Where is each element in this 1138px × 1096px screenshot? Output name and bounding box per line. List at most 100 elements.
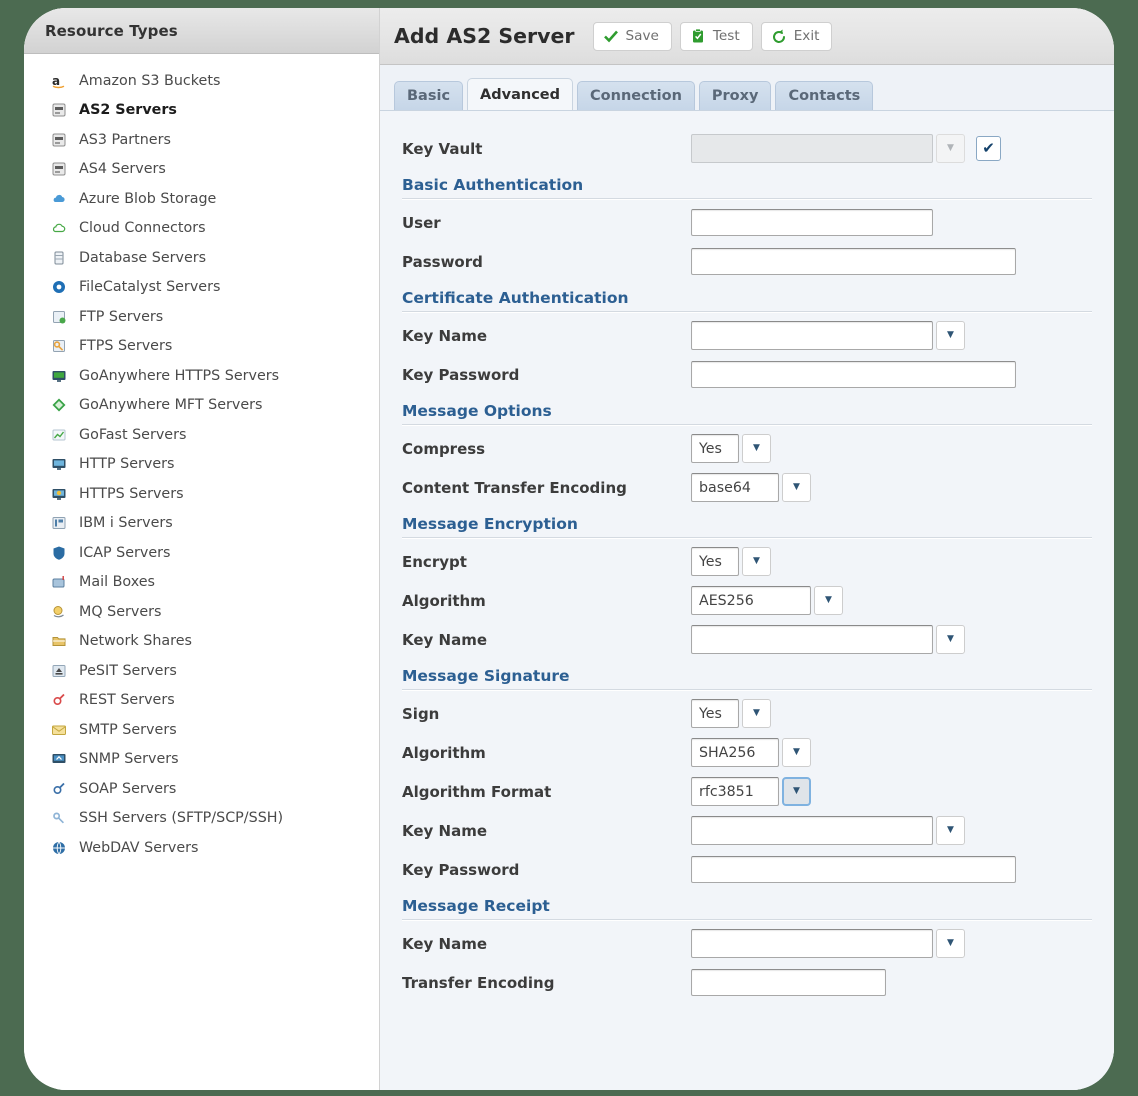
- sidebar-item-goanywhere-https-servers[interactable]: GoAnywhere HTTPS Servers: [24, 361, 379, 391]
- sign-value[interactable]: Yes: [691, 699, 739, 728]
- sidebar-item-label: ICAP Servers: [79, 545, 170, 561]
- chevron-down-icon[interactable]: ▼: [782, 473, 811, 502]
- chevron-down-icon[interactable]: ▼: [814, 586, 843, 615]
- compress-value[interactable]: Yes: [691, 434, 739, 463]
- as2-server-icon: [50, 101, 68, 119]
- tab-basic[interactable]: Basic: [394, 81, 463, 110]
- sidebar-item-label: Mail Boxes: [79, 574, 155, 590]
- sidebar-item-mail-boxes[interactable]: Mail Boxes: [24, 568, 379, 598]
- encrypt-combo[interactable]: Yes▼: [691, 547, 771, 576]
- ssh-key-icon: [50, 809, 68, 827]
- sidebar-item-ssh-servers-sftp-scp-ssh[interactable]: SSH Servers (SFTP/SCP/SSH): [24, 804, 379, 834]
- sidebar-item-ftps-servers[interactable]: FTPS Servers: [24, 332, 379, 362]
- sidebar-item-icap-servers[interactable]: ICAP Servers: [24, 538, 379, 568]
- chevron-down-icon[interactable]: ▼: [936, 816, 965, 845]
- content-transfer-encoding-combo[interactable]: base64▼: [691, 473, 811, 502]
- application-card: Resource Types aAmazon S3 BucketsAS2 Ser…: [24, 8, 1114, 1090]
- section-header: Basic Authentication: [402, 176, 1092, 199]
- sidebar-item-label: Network Shares: [79, 633, 192, 649]
- algorithm-value[interactable]: SHA256: [691, 738, 779, 767]
- sidebar-item-as3-partners[interactable]: AS3 Partners: [24, 125, 379, 155]
- compress-label: Compress: [402, 440, 691, 458]
- key-name-combo[interactable]: ▼: [691, 625, 965, 654]
- tab-advanced[interactable]: Advanced: [467, 78, 573, 110]
- rest-gear-icon: [50, 691, 68, 709]
- sidebar-item-as4-servers[interactable]: AS4 Servers: [24, 155, 379, 185]
- chevron-down-icon[interactable]: ▼: [742, 699, 771, 728]
- key-name-value[interactable]: [691, 929, 933, 958]
- sidebar-item-rest-servers[interactable]: REST Servers: [24, 686, 379, 716]
- chevron-down-icon[interactable]: ▼: [742, 434, 771, 463]
- tab-contacts[interactable]: Contacts: [775, 81, 873, 110]
- sidebar-item-cloud-connectors[interactable]: Cloud Connectors: [24, 214, 379, 244]
- sidebar-item-database-servers[interactable]: Database Servers: [24, 243, 379, 273]
- algorithm-combo[interactable]: AES256▼: [691, 586, 843, 615]
- sidebar-item-gofast-servers[interactable]: GoFast Servers: [24, 420, 379, 450]
- sidebar-item-filecatalyst-servers[interactable]: FileCatalyst Servers: [24, 273, 379, 303]
- sidebar-item-label: GoFast Servers: [79, 427, 186, 443]
- compress-combo[interactable]: Yes▼: [691, 434, 771, 463]
- section-title: Message Encryption: [402, 515, 1092, 537]
- sidebar-item-label: HTTPS Servers: [79, 486, 184, 502]
- sidebar-item-azure-blob-storage[interactable]: Azure Blob Storage: [24, 184, 379, 214]
- sidebar-header: Resource Types: [24, 8, 379, 54]
- chevron-down-icon[interactable]: ▼: [936, 134, 965, 163]
- key-name-combo[interactable]: ▼: [691, 321, 965, 350]
- key-password-input[interactable]: [691, 856, 1016, 883]
- key-password-label: Key Password: [402, 366, 691, 384]
- algorithm-format-value[interactable]: rfc3851: [691, 777, 779, 806]
- chevron-down-icon[interactable]: ▼: [782, 777, 811, 806]
- sign-combo[interactable]: Yes▼: [691, 699, 771, 728]
- exit-button[interactable]: Exit: [761, 22, 833, 51]
- save-button[interactable]: Save: [593, 22, 672, 51]
- sidebar-item-pesit-servers[interactable]: PeSIT Servers: [24, 656, 379, 686]
- sidebar-item-goanywhere-mft-servers[interactable]: GoAnywhere MFT Servers: [24, 391, 379, 421]
- password-input[interactable]: [691, 248, 1016, 275]
- key-name-value[interactable]: [691, 816, 933, 845]
- key-name-value[interactable]: [691, 321, 933, 350]
- chevron-down-icon[interactable]: ▼: [936, 321, 965, 350]
- tab-connection[interactable]: Connection: [577, 81, 695, 110]
- page-title: Add AS2 Server: [394, 24, 575, 48]
- sidebar-item-soap-servers[interactable]: SOAP Servers: [24, 774, 379, 804]
- chevron-down-icon[interactable]: ▼: [936, 929, 965, 958]
- as4-server-icon: [50, 160, 68, 178]
- chevron-down-icon[interactable]: ▼: [782, 738, 811, 767]
- algorithm-combo[interactable]: SHA256▼: [691, 738, 811, 767]
- sidebar-item-https-servers[interactable]: HTTPS Servers: [24, 479, 379, 509]
- sidebar-item-ibm-i-servers[interactable]: IBM i Servers: [24, 509, 379, 539]
- key-name-combo[interactable]: ▼: [691, 816, 965, 845]
- sidebar-item-ftp-servers[interactable]: FTP Servers: [24, 302, 379, 332]
- transfer-encoding-input[interactable]: [691, 969, 886, 996]
- tab-proxy[interactable]: Proxy: [699, 81, 772, 110]
- key-vault-value[interactable]: [691, 134, 933, 163]
- mailbox-icon: [50, 573, 68, 591]
- network-share-folder-icon: [50, 632, 68, 650]
- sidebar-item-network-shares[interactable]: Network Shares: [24, 627, 379, 657]
- sidebar-item-mq-servers[interactable]: MQ Servers: [24, 597, 379, 627]
- algorithm-label: Algorithm: [402, 592, 691, 610]
- sidebar-item-snmp-servers[interactable]: SNMP Servers: [24, 745, 379, 775]
- sidebar-item-webdav-servers[interactable]: WebDAV Servers: [24, 833, 379, 863]
- chevron-down-icon[interactable]: ▼: [742, 547, 771, 576]
- amazon-icon: a: [50, 72, 68, 90]
- test-button[interactable]: Test: [680, 22, 753, 51]
- key-password-input[interactable]: [691, 361, 1016, 388]
- sidebar-item-amazon-s3-buckets[interactable]: aAmazon S3 Buckets: [24, 66, 379, 96]
- encrypt-value[interactable]: Yes: [691, 547, 739, 576]
- chevron-down-icon[interactable]: ▼: [936, 625, 965, 654]
- user-input[interactable]: [691, 209, 933, 236]
- user-label: User: [402, 214, 691, 232]
- field-row-password: Password: [402, 242, 1092, 281]
- key-name-combo[interactable]: ▼: [691, 929, 965, 958]
- key-name-value[interactable]: [691, 625, 933, 654]
- sidebar-item-as2-servers[interactable]: AS2 Servers: [24, 96, 379, 126]
- sidebar-item-http-servers[interactable]: HTTP Servers: [24, 450, 379, 480]
- algorithm-format-combo[interactable]: rfc3851▼: [691, 777, 811, 806]
- content-transfer-encoding-value[interactable]: base64: [691, 473, 779, 502]
- key-vault-checkbox[interactable]: ✔: [976, 136, 1001, 161]
- field-row-user: User: [402, 203, 1092, 242]
- algorithm-value[interactable]: AES256: [691, 586, 811, 615]
- sidebar-item-smtp-servers[interactable]: SMTP Servers: [24, 715, 379, 745]
- key-vault-combo[interactable]: ▼: [691, 134, 965, 163]
